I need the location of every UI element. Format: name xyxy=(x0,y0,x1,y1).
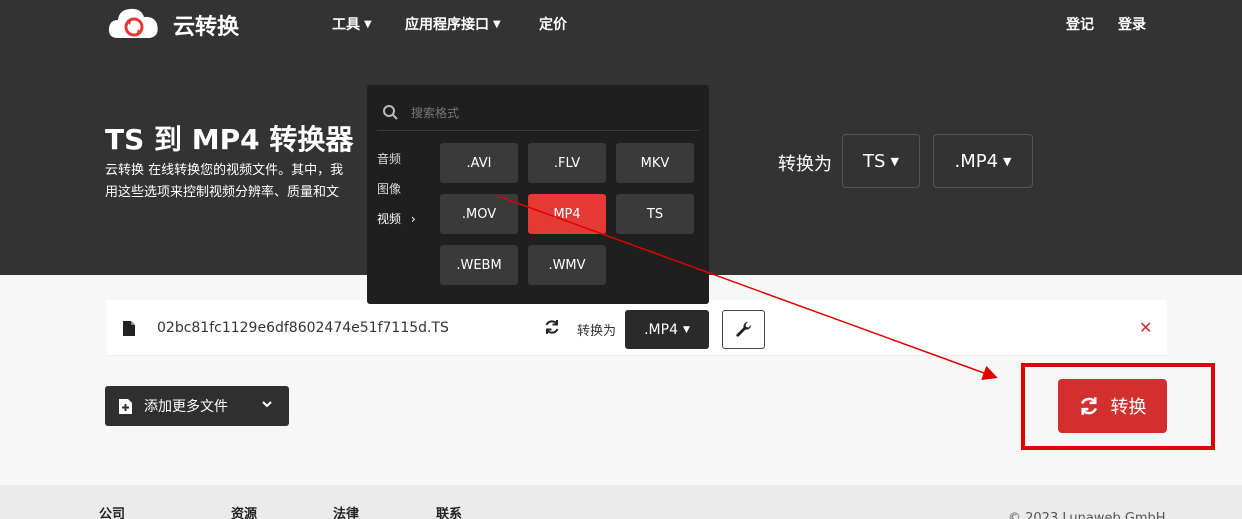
file-name: 02bc81fc1129e6df8602474e51f7115d.TS xyxy=(157,320,449,336)
source-format-value: TS xyxy=(863,150,886,172)
source-format-select[interactable]: TS ▼ xyxy=(842,134,920,188)
chevron-down-icon: ▼ xyxy=(682,324,690,335)
description-line: 用这些选项来控制视频分辨率、质量和文 xyxy=(105,185,340,200)
search-icon xyxy=(383,104,398,120)
chevron-down-icon xyxy=(262,401,272,408)
target-format-value: .MP4 xyxy=(954,150,999,172)
remove-file-button[interactable]: ✕ xyxy=(1139,318,1152,337)
format-search-input[interactable]: 搜索格式 xyxy=(411,104,459,121)
refresh-icon xyxy=(545,320,559,334)
convert-button[interactable]: 转换 xyxy=(1058,379,1167,433)
format-option-avi[interactable]: .AVI xyxy=(440,143,518,183)
chevron-down-icon: ▼ xyxy=(493,18,501,30)
nav-tools-label: 工具 xyxy=(332,17,360,33)
nav-pricing[interactable]: 定价 xyxy=(539,14,567,34)
page-title: TS 到 MP4 转换器 xyxy=(105,123,354,156)
format-option-ts[interactable]: TS xyxy=(616,194,694,234)
chevron-down-icon: ▼ xyxy=(890,154,899,168)
format-search[interactable]: 搜索格式 xyxy=(377,95,699,131)
row-convert-to-label: 转换为 xyxy=(577,324,617,339)
file-row: 02bc81fc1129e6df8602474e51f7115d.TS 转换为 … xyxy=(107,300,1167,356)
add-more-files-button[interactable]: 添加更多文件 xyxy=(105,386,289,426)
footer-link-legal[interactable]: 法律 xyxy=(333,503,359,519)
category-video[interactable]: 视频 › xyxy=(377,210,416,227)
copyright-text: © 2023 Lunaweb GmbH xyxy=(1008,511,1166,519)
format-option-mov[interactable]: .MOV xyxy=(440,194,518,234)
convert-button-label: 转换 xyxy=(1110,397,1147,418)
file-icon xyxy=(123,321,135,336)
format-grid: .AVI .FLV MKV .MOV MP4 TS .WEBM .WMV xyxy=(440,143,696,285)
chevron-right-icon: › xyxy=(410,212,416,226)
description-line: 云转换 在线转换您的视频文件。其中，我 xyxy=(105,163,344,178)
format-option-mp4[interactable]: MP4 xyxy=(528,194,606,234)
nav-login[interactable]: 登录 xyxy=(1118,14,1146,34)
nav-api-label: 应用程序接口 xyxy=(405,17,489,33)
format-dropdown: 搜索格式 音频 图像 视频 › .AVI .FLV MKV .MOV MP4 T… xyxy=(367,85,709,304)
brand-name[interactable]: 云转换 xyxy=(173,9,239,41)
row-format-value: .MP4 xyxy=(644,321,678,338)
format-option-mkv[interactable]: MKV xyxy=(616,143,694,183)
category-video-label: 视频 xyxy=(377,212,402,226)
chevron-down-icon: ▼ xyxy=(1003,154,1012,168)
add-more-files-label: 添加更多文件 xyxy=(144,399,228,415)
page-description: 云转换 在线转换您的视频文件。其中，我 用这些选项来控制视频分辨率、质量和文 xyxy=(105,160,375,204)
cloud-logo-icon[interactable] xyxy=(108,6,160,40)
wrench-icon xyxy=(735,321,751,337)
refresh-icon xyxy=(1080,397,1097,415)
footer-link-resources[interactable]: 资源 xyxy=(231,503,257,519)
category-audio[interactable]: 音频 xyxy=(377,150,401,167)
convert-to-label: 转换为 xyxy=(778,154,832,175)
footer-link-company[interactable]: 公司 xyxy=(99,503,125,519)
nav-tools[interactable]: 工具 ▼ xyxy=(332,14,372,34)
row-format-select[interactable]: .MP4 ▼ xyxy=(625,310,709,349)
target-format-select[interactable]: .MP4 ▼ xyxy=(933,134,1033,188)
footer-link-contact[interactable]: 联系 xyxy=(436,503,462,519)
footer: 公司 资源 法律 联系 © 2023 Lunaweb GmbH xyxy=(0,485,1242,519)
nav-api[interactable]: 应用程序接口 ▼ xyxy=(405,14,501,34)
format-option-wmv[interactable]: .WMV xyxy=(528,245,606,285)
chevron-down-icon: ▼ xyxy=(364,18,372,30)
format-option-flv[interactable]: .FLV xyxy=(528,143,606,183)
nav-signup[interactable]: 登记 xyxy=(1066,14,1094,34)
file-plus-icon xyxy=(119,398,132,414)
format-option-webm[interactable]: .WEBM xyxy=(440,245,518,285)
category-image[interactable]: 图像 xyxy=(377,180,401,197)
settings-button[interactable] xyxy=(722,310,765,349)
